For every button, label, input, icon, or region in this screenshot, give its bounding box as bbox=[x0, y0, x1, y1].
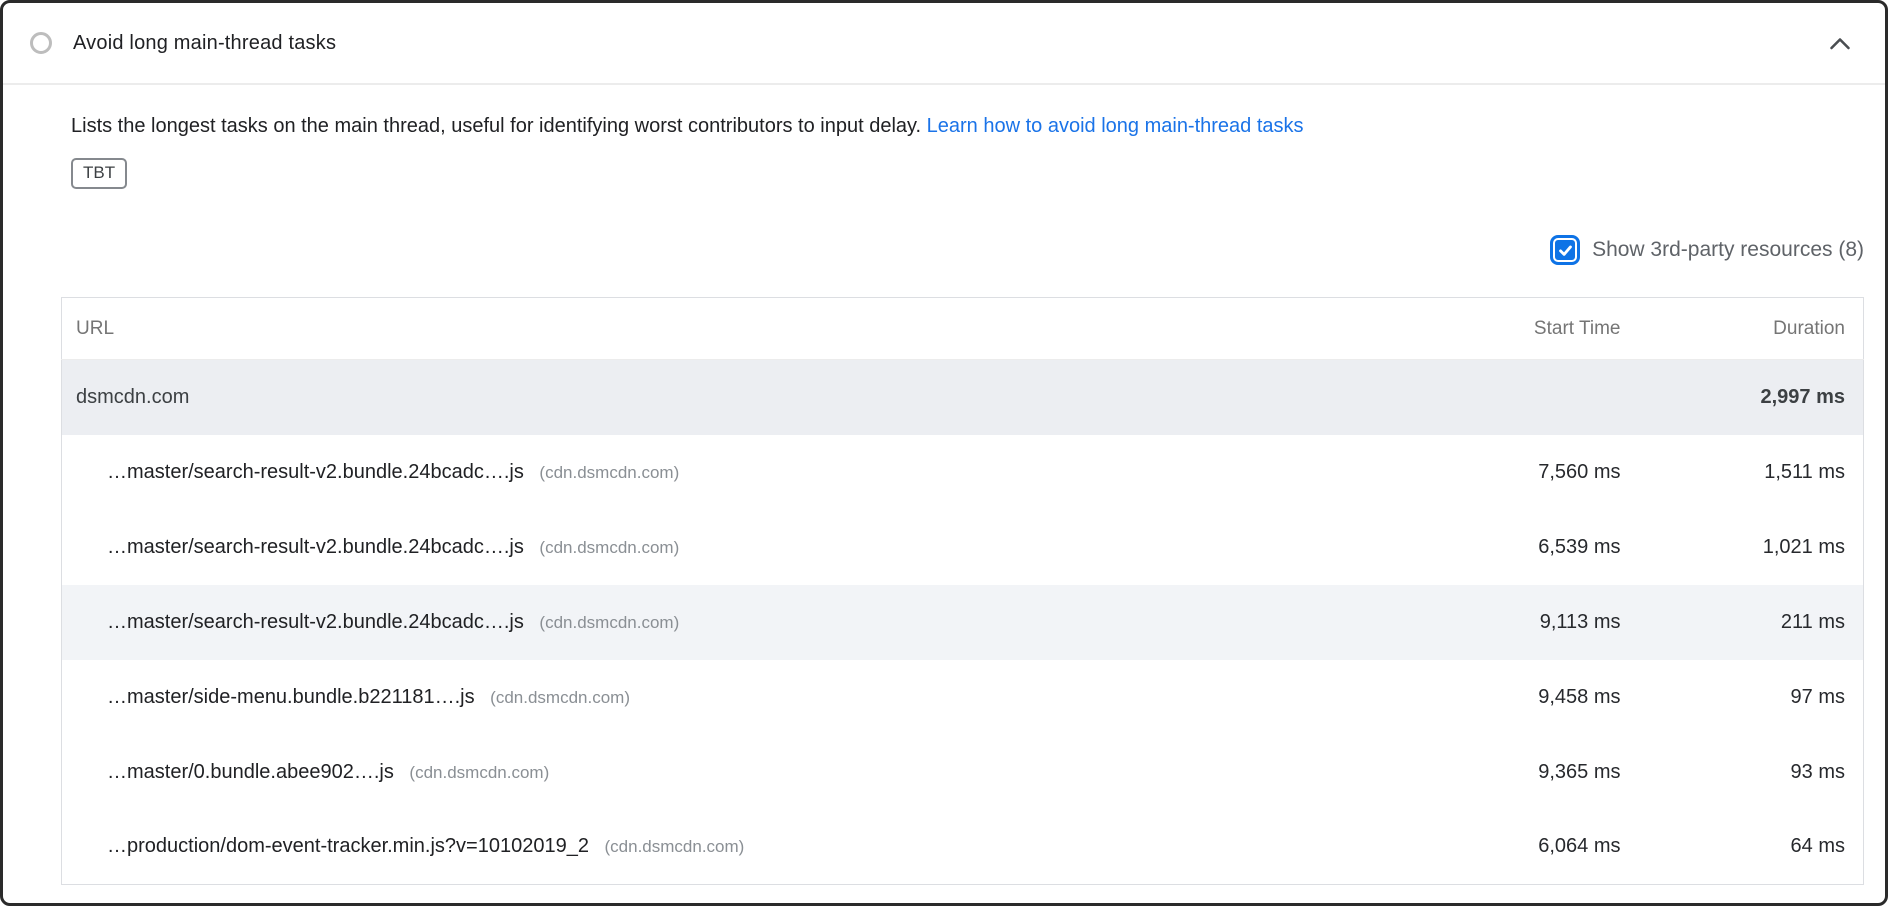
task-duration: 1,021 ms bbox=[1639, 510, 1864, 585]
column-header-url: URL bbox=[62, 298, 1399, 360]
task-url: …production/dom-event-tracker.min.js?v=1… bbox=[107, 835, 589, 857]
task-duration: 211 ms bbox=[1639, 585, 1864, 660]
checkmark-icon bbox=[1553, 238, 1577, 262]
table-row: …master/side-menu.bundle.b221181….js (cd… bbox=[62, 660, 1864, 735]
informative-circle-icon bbox=[30, 32, 52, 54]
task-url: …master/search-result-v2.bundle.24bcadc…… bbox=[107, 536, 524, 558]
task-origin: (cdn.dsmcdn.com) bbox=[539, 613, 679, 632]
description-text: Lists the longest tasks on the main thre… bbox=[71, 115, 921, 137]
group-url: dsmcdn.com bbox=[62, 360, 1399, 435]
audit-description: Lists the longest tasks on the main thre… bbox=[71, 111, 1864, 141]
table-row: …production/dom-event-tracker.min.js?v=1… bbox=[62, 810, 1864, 885]
task-duration: 97 ms bbox=[1639, 660, 1864, 735]
group-duration: 2,997 ms bbox=[1639, 360, 1864, 435]
audit-panel: Avoid long main-thread tasks Lists the l… bbox=[0, 0, 1888, 906]
table-row: …master/0.bundle.abee902….js (cdn.dsmcdn… bbox=[62, 735, 1864, 810]
table-header-row: URL Start Time Duration bbox=[62, 298, 1864, 360]
column-header-start-time: Start Time bbox=[1399, 298, 1639, 360]
task-url: …master/side-menu.bundle.b221181….js bbox=[107, 686, 475, 708]
task-start-time: 9,458 ms bbox=[1399, 660, 1639, 735]
task-url: …master/0.bundle.abee902….js bbox=[107, 761, 394, 783]
task-origin: (cdn.dsmcdn.com) bbox=[539, 538, 679, 557]
task-url: …master/search-result-v2.bundle.24bcadc…… bbox=[107, 461, 524, 483]
task-start-time: 6,539 ms bbox=[1399, 510, 1639, 585]
third-party-checkbox[interactable] bbox=[1550, 235, 1580, 265]
task-duration: 93 ms bbox=[1639, 735, 1864, 810]
tbt-metric-chip: TBT bbox=[71, 158, 127, 189]
task-url-cell: …master/0.bundle.abee902….js (cdn.dsmcdn… bbox=[62, 735, 1399, 810]
task-origin: (cdn.dsmcdn.com) bbox=[539, 463, 679, 482]
table-row: …master/search-result-v2.bundle.24bcadc…… bbox=[62, 435, 1864, 510]
task-url-cell: …production/dom-event-tracker.min.js?v=1… bbox=[62, 810, 1399, 885]
task-start-time: 7,560 ms bbox=[1399, 435, 1639, 510]
task-url-cell: …master/search-result-v2.bundle.24bcadc…… bbox=[62, 585, 1399, 660]
task-origin: (cdn.dsmcdn.com) bbox=[605, 837, 745, 856]
learn-more-link[interactable]: Learn how to avoid long main-thread task… bbox=[927, 115, 1304, 137]
long-tasks-table: URL Start Time Duration dsmcdn.com 2,997… bbox=[61, 297, 1864, 885]
task-start-time: 9,365 ms bbox=[1399, 735, 1639, 810]
task-url: …master/search-result-v2.bundle.24bcadc…… bbox=[107, 611, 524, 633]
task-origin: (cdn.dsmcdn.com) bbox=[490, 688, 630, 707]
table-row: …master/search-result-v2.bundle.24bcadc…… bbox=[62, 585, 1864, 660]
chevron-up-icon[interactable] bbox=[1829, 37, 1851, 50]
audit-body: Lists the longest tasks on the main thre… bbox=[3, 85, 1885, 885]
group-row: dsmcdn.com 2,997 ms bbox=[62, 360, 1864, 435]
audit-header[interactable]: Avoid long main-thread tasks bbox=[3, 3, 1885, 85]
third-party-checkbox-label[interactable]: Show 3rd-party resources (8) bbox=[1592, 238, 1864, 262]
task-url-cell: …master/search-result-v2.bundle.24bcadc…… bbox=[62, 510, 1399, 585]
task-duration: 64 ms bbox=[1639, 810, 1864, 885]
task-origin: (cdn.dsmcdn.com) bbox=[409, 763, 549, 782]
audit-title: Avoid long main-thread tasks bbox=[73, 32, 1829, 55]
task-start-time: 9,113 ms bbox=[1399, 585, 1639, 660]
task-url-cell: …master/search-result-v2.bundle.24bcadc…… bbox=[62, 435, 1399, 510]
third-party-filter-row: Show 3rd-party resources (8) bbox=[61, 235, 1864, 265]
task-start-time: 6,064 ms bbox=[1399, 810, 1639, 885]
group-start-time bbox=[1399, 360, 1639, 435]
table-row: …master/search-result-v2.bundle.24bcadc…… bbox=[62, 510, 1864, 585]
task-url-cell: …master/side-menu.bundle.b221181….js (cd… bbox=[62, 660, 1399, 735]
column-header-duration: Duration bbox=[1639, 298, 1864, 360]
task-duration: 1,511 ms bbox=[1639, 435, 1864, 510]
